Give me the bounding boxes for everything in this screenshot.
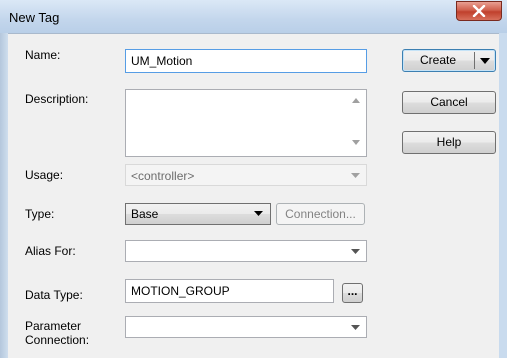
create-button-label: Create (420, 53, 457, 67)
data-type-input[interactable] (126, 280, 333, 302)
type-value: Base (131, 207, 159, 221)
type-dropdown[interactable]: Base (125, 203, 271, 225)
close-button[interactable] (456, 1, 502, 21)
title-bar: New Tag (0, 0, 507, 33)
name-input[interactable] (126, 50, 366, 72)
usage-dropdown[interactable]: <controller> (125, 164, 367, 186)
description-field[interactable] (125, 89, 367, 157)
usage-value: <controller> (131, 169, 195, 183)
chevron-down-icon[interactable] (480, 58, 490, 64)
alias-for-dropdown[interactable] (125, 240, 367, 262)
name-label: Name: (25, 48, 61, 62)
create-button[interactable]: Create (402, 49, 496, 72)
alias-for-label: Alias For: (25, 244, 76, 258)
dialog-body: Name: Description: Usage: <controller> T… (8, 33, 499, 358)
chevron-down-icon (351, 249, 360, 254)
usage-label: Usage: (25, 168, 64, 182)
scroll-up-icon[interactable] (352, 98, 360, 103)
type-label: Type: (25, 207, 55, 221)
chevron-down-icon (351, 325, 360, 330)
window-left-edge (0, 33, 8, 358)
cancel-button[interactable]: Cancel (402, 91, 496, 114)
data-type-browse-button[interactable]: ... (342, 283, 363, 303)
parameter-connection-dropdown[interactable] (125, 316, 367, 338)
window-title: New Tag (9, 10, 60, 25)
parameter-label-line2: Connection: (25, 333, 90, 347)
help-button[interactable]: Help (402, 131, 496, 154)
parameter-connection-label: Parameter Connection: (25, 319, 89, 347)
connection-button[interactable]: Connection... (276, 203, 365, 225)
name-field[interactable] (125, 49, 367, 73)
description-label: Description: (25, 92, 89, 106)
data-type-field[interactable] (125, 279, 334, 303)
description-input[interactable] (126, 90, 366, 156)
parameter-label-line1: Parameter (25, 319, 82, 333)
split-divider (474, 52, 475, 69)
data-type-label: Data Type: (25, 288, 83, 302)
chevron-down-icon (351, 173, 360, 178)
chevron-down-icon (254, 211, 263, 216)
close-icon (472, 5, 486, 17)
scroll-down-icon[interactable] (352, 140, 360, 145)
